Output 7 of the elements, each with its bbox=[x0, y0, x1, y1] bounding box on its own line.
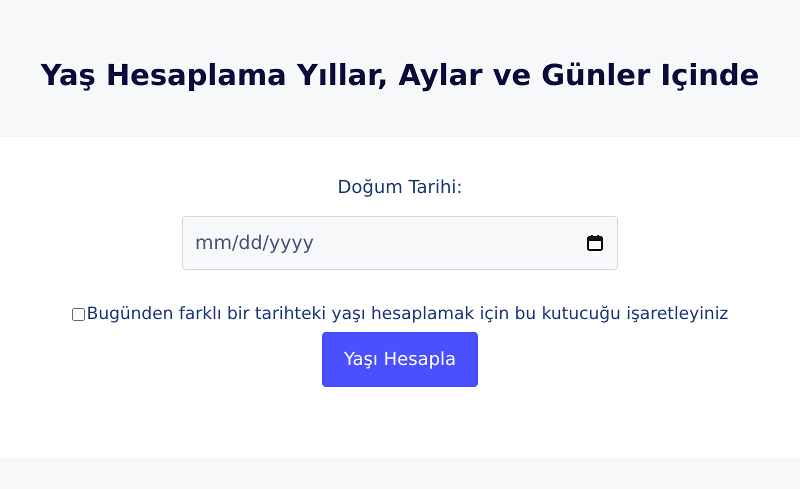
checkbox[interactable] bbox=[72, 308, 85, 320]
date-label: Doğum Tarihi: bbox=[338, 177, 462, 198]
calculate-button[interactable]: Yaşı Hesapla bbox=[322, 332, 478, 387]
page-title: Yaş Hesaplama Yıllar, Aylar ve Günler Içinde bbox=[40, 56, 760, 92]
calendar-icon[interactable] bbox=[586, 234, 604, 252]
checkbox-label: Bugünden farklı bir tarihteki yaşı hesaplamak için bu kutucuğu işaretleyiniz bbox=[86, 304, 728, 324]
date-field[interactable]: mm/dd/yyyy bbox=[182, 216, 618, 270]
